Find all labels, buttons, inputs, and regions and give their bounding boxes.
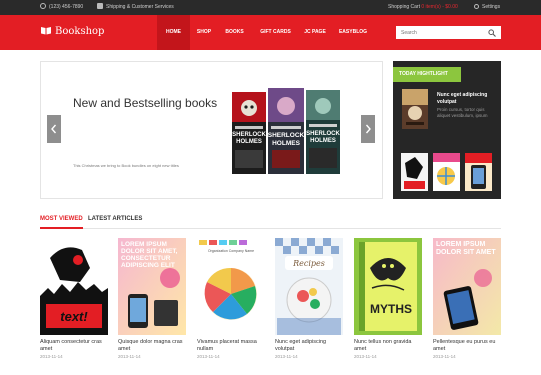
phone-number: (123) 456-7890 — [49, 4, 84, 10]
slider-next-button[interactable] — [361, 115, 375, 143]
product-cover[interactable]: Organization Company Name — [197, 238, 265, 335]
featured-slider: New and Bestselling books This Christmas… — [40, 61, 383, 199]
cart-label: Shopping Cart — [388, 4, 420, 10]
product-date: 2013-11-14 — [354, 354, 377, 359]
product-card[interactable]: LOREM IPSUM DOLOR SIT AMET Pellentesque … — [433, 238, 501, 359]
cover-text: LOREM IPSUM DOLOR SIT AMET — [436, 241, 496, 256]
nav-books[interactable]: BOOKS — [218, 15, 251, 50]
cover-text-3: SHERLOCK — [268, 132, 305, 139]
nav-gift-cards[interactable]: GIFT CARDS — [251, 15, 300, 50]
product-title[interactable]: Vivamus placerat massa nullam — [197, 339, 265, 353]
cart-items: 0 item(s) — [421, 4, 441, 10]
product-date: 2013-11-14 — [433, 354, 456, 359]
nav-jc-page[interactable]: JC PAGE — [300, 15, 330, 50]
product-cover[interactable]: text! — [40, 238, 108, 335]
cover-text: Organization Company Name — [208, 249, 254, 253]
product-cover[interactable]: Recipes — [275, 238, 343, 335]
cart-total: $0.00 — [445, 4, 458, 10]
highlight-thumb-1[interactable] — [401, 153, 428, 191]
product-date: 2013-11-14 — [197, 354, 220, 359]
settings-menu[interactable]: Settings — [474, 0, 500, 15]
cover-text-1: SHERLOCK — [232, 132, 266, 138]
phone-icon — [40, 3, 46, 9]
site-name: Bookshop — [55, 26, 105, 37]
product-card[interactable]: MYTHS Nunc tellus non gravida amet 2013-… — [354, 238, 422, 359]
top-utility-bar: (123) 456-7890 Shipping & Customer Servi… — [0, 0, 541, 15]
nav-easyblog[interactable]: EASYBLOG — [330, 15, 376, 50]
cover-text-2: HOLMES — [236, 139, 262, 145]
slider-prev-button[interactable] — [47, 115, 61, 143]
product-cover[interactable]: MYTHS — [354, 238, 422, 335]
site-logo[interactable]: Bookshop — [40, 25, 104, 39]
slide-title: New and Bestselling books — [73, 96, 218, 110]
tab-latest-articles[interactable]: LATEST ARTICLES — [88, 213, 142, 229]
truck-icon — [97, 3, 103, 9]
product-date: 2013-11-14 — [118, 354, 141, 359]
product-title[interactable]: Nunc eget adipiscing volutpat — [275, 339, 343, 353]
nav-home[interactable]: HOME — [157, 15, 190, 50]
search-icon[interactable] — [488, 29, 496, 37]
cover-text-5: SHERLOCK — [306, 131, 340, 137]
product-tabs: MOST VIEWED LATEST ARTICLES — [40, 213, 501, 229]
highlight-thumb-2[interactable] — [433, 153, 460, 191]
product-card[interactable]: text! Aliquam consectetur cras amet 2013… — [40, 238, 108, 359]
today-highlight-heading: TODAY HIGHTLIGHT — [393, 67, 461, 82]
product-title[interactable]: Pellentesque eu purus eu amet — [433, 339, 501, 353]
nav-shop[interactable]: SHOP — [190, 15, 218, 50]
cover-text-6: HOLMES — [310, 138, 336, 144]
highlight-book-cover[interactable] — [402, 89, 428, 129]
phone-contact: (123) 456-7890 — [40, 0, 83, 15]
shipping-link[interactable]: Shipping & Customer Services — [97, 0, 174, 15]
cover-text: text! — [60, 309, 88, 324]
product-date: 2013-11-14 — [275, 354, 298, 359]
cover-text: MYTHS — [370, 302, 412, 316]
cover-text-4: HOLMES — [272, 140, 300, 147]
cover-text: Recipes — [292, 259, 325, 268]
product-cover[interactable]: LOREM IPSUM DOLOR SIT AMET — [433, 238, 501, 335]
chevron-right-icon — [365, 124, 371, 134]
product-title[interactable]: Nunc tellus non gravida amet — [354, 339, 422, 353]
shipping-label: Shipping & Customer Services — [106, 4, 174, 10]
cover-text: LOREM IPSUM DOLOR SIT AMET, CONSECTETUR … — [121, 241, 178, 269]
chevron-left-icon — [51, 124, 57, 134]
shopping-cart-link[interactable]: Shopping Cart 0 item(s) - $0.00 — [388, 0, 458, 15]
product-card[interactable]: Recipes Nunc eget adipiscing volutpat 20… — [275, 238, 343, 359]
book-logo-icon — [41, 27, 51, 35]
highlight-thumb-3[interactable] — [465, 153, 492, 191]
book-bundle-image: SHERLOCK HOLMES SHERLOCK HOLMES SHERLOCK… — [232, 88, 340, 174]
product-cover[interactable]: LOREM IPSUM DOLOR SIT AMET, CONSECTETUR … — [118, 238, 186, 335]
product-title[interactable]: Quisque dolor magna cras amet — [118, 339, 186, 353]
product-card[interactable]: LOREM IPSUM DOLOR SIT AMET, CONSECTETUR … — [118, 238, 186, 359]
slide-subtitle: This Christmas we bring to Book bundles … — [73, 163, 179, 168]
search-input[interactable] — [396, 26, 501, 39]
settings-label: Settings — [482, 4, 501, 10]
highlight-description: Proin cursus, tortor quis aliquet vestib… — [437, 107, 488, 118]
product-card[interactable]: Organization Company Name Vivamus placer… — [197, 238, 265, 359]
product-date: 2013-11-14 — [40, 354, 63, 359]
today-highlight-panel: TODAY HIGHTLIGHT Nunc eget adipiscing vo… — [393, 61, 501, 199]
tab-most-viewed[interactable]: MOST VIEWED — [40, 213, 83, 229]
highlight-title[interactable]: Nunc eget adipiscing volutpat — [437, 92, 497, 106]
product-title[interactable]: Aliquam consectetur cras amet — [40, 339, 108, 353]
gear-icon — [474, 4, 479, 9]
